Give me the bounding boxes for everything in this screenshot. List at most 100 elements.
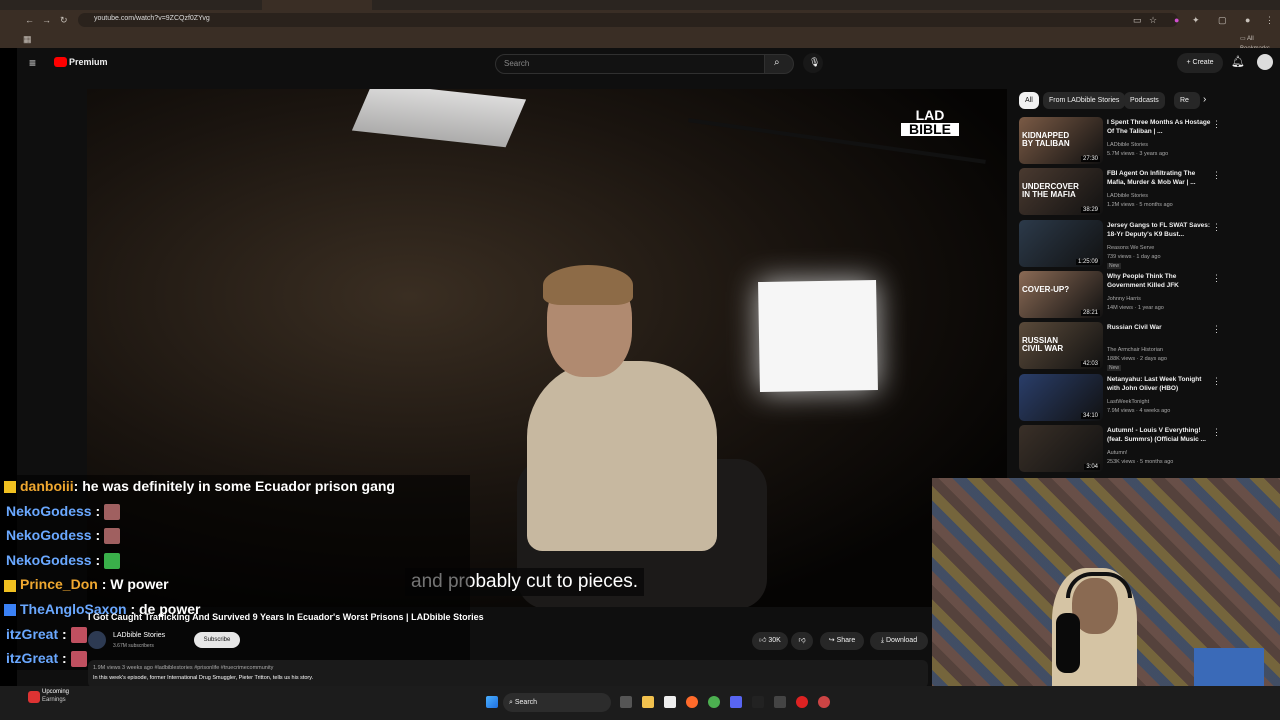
video-thumbnail[interactable]: 34:10 [1019, 373, 1103, 421]
recommendation-title[interactable]: Netanyahu: Last Week Tonight with John O… [1107, 375, 1211, 393]
recommendation-channel[interactable]: LADbible Stories [1107, 141, 1148, 149]
recommendation-item[interactable]: 34:10 Netanyahu: Last Week Tonight with J… [1019, 373, 1224, 422]
chip-podcasts[interactable]: Podcasts [1124, 92, 1165, 109]
recommendation-title[interactable]: Why People Think The Government Killed J… [1107, 272, 1211, 290]
chat-username[interactable]: NekoGodess [6, 527, 92, 543]
chip-all[interactable]: All [1019, 92, 1039, 109]
recommendation-item[interactable]: COVER-UP? 28:21 Why People Think The Gover… [1019, 270, 1224, 319]
video-thumbnail[interactable]: 1:25:09 [1019, 219, 1103, 267]
terminal-icon[interactable] [752, 696, 764, 708]
chat-username[interactable]: danboiii [20, 478, 74, 494]
profile-icon[interactable]: ● [1245, 15, 1250, 25]
youtube-logo-icon[interactable] [54, 57, 67, 67]
file-explorer-icon[interactable] [642, 696, 654, 708]
search-input[interactable]: Search [495, 54, 765, 74]
forward-icon[interactable]: → [42, 15, 51, 25]
recommendation-channel[interactable]: LADbible Stories [1107, 192, 1148, 200]
video-thumbnail[interactable]: RUSSIAN CIVIL WAR 42:03 [1019, 322, 1103, 370]
sidepanel-icon[interactable]: ▢ [1218, 15, 1227, 25]
share-icon: ↪ [828, 637, 837, 644]
video-thumbnail[interactable]: COVER-UP? 28:21 [1019, 270, 1103, 318]
browser-tab[interactable] [385, 0, 485, 10]
chat-username[interactable]: itzGreat [6, 650, 58, 666]
recommendation-item[interactable]: 1:25:09 Jersey Gangs to FL SWAT Saves: 18… [1019, 219, 1224, 269]
chat-badge-icon [4, 579, 16, 592]
stocks-icon[interactable] [28, 691, 40, 703]
more-options-icon[interactable]: ⋮ [1212, 222, 1221, 233]
download-button[interactable]: ⤓ Download [870, 632, 928, 650]
extension-icon[interactable]: ● [1174, 15, 1179, 25]
obs-icon[interactable] [796, 696, 808, 708]
task-view-icon[interactable] [620, 696, 632, 708]
share-button[interactable]: ↪ Share [820, 632, 864, 650]
avatar[interactable] [1257, 54, 1273, 70]
more-options-icon[interactable]: ⋮ [1212, 376, 1221, 387]
recommendation-channel[interactable]: LastWeekTonight [1107, 398, 1149, 406]
browser-tab[interactable] [145, 0, 240, 10]
more-options-icon[interactable]: ⋮ [1212, 324, 1221, 335]
recommendation-channel[interactable]: Autumn! [1107, 449, 1127, 457]
browser-tab-active[interactable] [262, 0, 372, 10]
search-button[interactable]: ⌕ [764, 54, 794, 74]
more-options-icon[interactable]: ⋮ [1212, 273, 1221, 284]
more-options-icon[interactable]: ⋮ [1212, 119, 1221, 130]
recommendation-item[interactable]: KIDNAPPED BY TALIBAN 27:30 I Spent Three M… [1019, 117, 1224, 165]
chat-message: Prince_Don : W power [4, 573, 169, 595]
more-options-icon[interactable]: ⋮ [1212, 427, 1221, 438]
app-icon[interactable] [774, 696, 786, 708]
recommendation-item[interactable]: RUSSIAN CIVIL WAR 42:03 Russian Civil War T… [1019, 322, 1224, 372]
channel-name[interactable]: LADbible Stories [113, 632, 165, 639]
url-text[interactable]: youtube.com/watch?v=9ZCQzf0ZYvg [94, 15, 210, 22]
video-thumbnail[interactable]: 3:04 [1019, 424, 1103, 472]
like-button[interactable]: 👍︎ 30K [752, 632, 788, 650]
chat-username[interactable]: NekoGodess [6, 552, 92, 568]
chip-more[interactable]: Re [1174, 92, 1200, 109]
bookmark-star-icon[interactable]: ☆ [1149, 15, 1157, 25]
notifications-bell-icon[interactable]: 🔔︎ [1231, 55, 1245, 68]
video-duration: 3:04 [1084, 463, 1100, 470]
recommendation-title[interactable]: Russian Civil War [1107, 323, 1211, 332]
firefox-icon[interactable] [686, 696, 698, 708]
subscribe-button[interactable]: Subscribe [194, 632, 240, 648]
chrome-icon[interactable] [708, 696, 720, 708]
description-box[interactable]: 1.9M views 3 weeks ago #ladbiblestories … [88, 660, 928, 688]
tab-strip [0, 0, 1280, 10]
more-options-icon[interactable]: ⋮ [1212, 170, 1221, 181]
recommendation-title[interactable]: Autumn! - Louis V Everything! (feat. Sum… [1107, 426, 1211, 444]
url-field[interactable] [78, 13, 1178, 27]
chat-username[interactable]: Prince_Don [20, 576, 98, 592]
dislike-button[interactable]: 👎︎ [791, 632, 813, 650]
discord-icon[interactable] [730, 696, 742, 708]
recommendation-item[interactable]: UNDERCOVER IN THE MAFIA 38:29 FBI Agent On… [1019, 168, 1224, 216]
recommendation-title[interactable]: FBI Agent On Infiltrating The Mafia, Mur… [1107, 169, 1211, 187]
menu-kebab-icon[interactable]: ⋮ [1265, 15, 1274, 25]
windows-start-icon[interactable] [486, 696, 498, 708]
create-button[interactable]: + Create [1177, 53, 1223, 73]
recommendation-channel[interactable]: Johnny Harris [1107, 295, 1141, 303]
browser-tab[interactable] [30, 0, 125, 10]
chat-username[interactable]: itzGreat [6, 626, 58, 642]
apps-grid-icon[interactable]: ▦ [23, 34, 32, 44]
recommendation-title[interactable]: Jersey Gangs to FL SWAT Saves: 18-Yr Dep… [1107, 221, 1211, 239]
voice-search-button[interactable]: 🎙 [803, 53, 823, 73]
chevron-right-icon[interactable]: › [1203, 94, 1206, 105]
taskbar-search[interactable]: ⌕ Search [503, 693, 611, 712]
recommendation-title[interactable]: I Spent Three Months As Hostage Of The T… [1107, 118, 1211, 136]
recommendation-channel[interactable]: Reasons We Serve [1107, 244, 1154, 252]
widget-title[interactable]: Upcoming [42, 689, 69, 695]
back-icon[interactable]: ← [25, 15, 34, 25]
hamburger-menu-icon[interactable]: ≡ [29, 56, 36, 70]
chat-username[interactable]: NekoGodess [6, 503, 92, 519]
recommendation-channel[interactable]: The Armchair Historian [1107, 346, 1163, 354]
channel-avatar[interactable] [88, 631, 106, 649]
video-thumbnail[interactable]: UNDERCOVER IN THE MAFIA 38:29 [1019, 168, 1103, 216]
recommendation-item[interactable]: 3:04 Autumn! - Louis V Everything! (feat.… [1019, 424, 1224, 473]
chip-from-channel[interactable]: From LADbible Stories [1043, 92, 1126, 109]
extensions-puzzle-icon[interactable]: ✦ [1192, 15, 1200, 25]
settings-gear-icon[interactable] [818, 696, 830, 708]
video-thumbnail[interactable]: KIDNAPPED BY TALIBAN 27:30 [1019, 117, 1103, 164]
cast-icon[interactable]: ▭ [1133, 15, 1142, 25]
youtube-premium-label[interactable]: Premium [69, 57, 108, 67]
reload-icon[interactable]: ↻ [60, 15, 68, 25]
store-icon[interactable] [664, 696, 676, 708]
